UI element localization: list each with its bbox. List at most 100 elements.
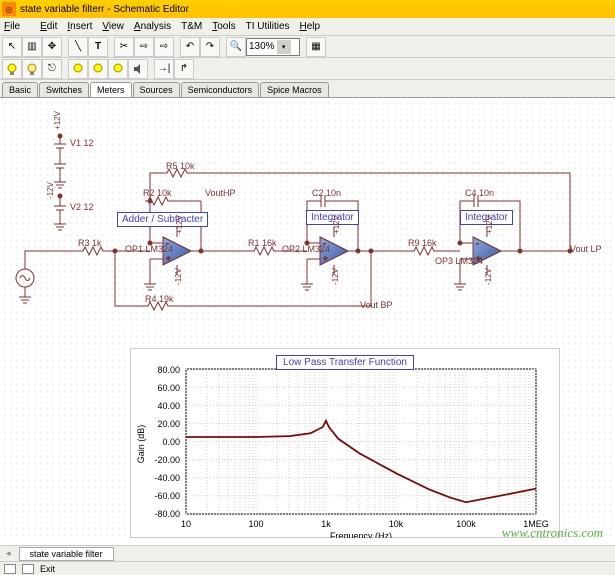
svg-text:0.00: 0.00 [162, 437, 180, 447]
component-tabbar: Basic Switches Meters Sources Semiconduc… [0, 80, 615, 98]
menu-file[interactable]: File [4, 21, 30, 32]
tab-spice-macros[interactable]: Spice Macros [260, 82, 329, 97]
tab-sources[interactable]: Sources [133, 82, 180, 97]
rail-op3-p: +12V [485, 215, 494, 234]
redo-icon[interactable]: ↷ [200, 37, 220, 57]
lamp1-icon[interactable] [2, 59, 22, 79]
menu-view[interactable]: View [102, 21, 124, 32]
lamp2-icon[interactable] [22, 59, 42, 79]
label-r5: R5 10k [166, 161, 195, 171]
text-tool-icon[interactable]: T [88, 37, 108, 57]
zoom-combo[interactable]: 130% ▾ [246, 38, 300, 56]
toolbar-main: ↖ ▥ ✥ ╲ T ✂ ⇨ ⇨ ↶ ↷ 🔍 130% ▾ ▦ [0, 36, 615, 58]
probe-right-icon[interactable]: →| [154, 59, 174, 79]
status-exit: Exit [40, 564, 55, 574]
svg-text:-80.00: -80.00 [154, 509, 180, 519]
label-v1: V1 12 [70, 138, 94, 148]
svg-text:-20.00: -20.00 [154, 455, 180, 465]
lamp5-icon[interactable] [108, 59, 128, 79]
svg-text:-40.00: -40.00 [154, 473, 180, 483]
label-op1: OP1 LM324 [125, 244, 173, 254]
svg-text:20.00: 20.00 [157, 419, 180, 429]
probe-up-icon[interactable]: ↱ [174, 59, 194, 79]
component-tool-icon[interactable]: ▥ [22, 37, 42, 57]
net-vouthp: VoutHP [205, 188, 236, 198]
tab-semiconductors[interactable]: Semiconductors [181, 82, 260, 97]
net-voutbp: Vout BP [360, 300, 393, 310]
box-adder: Adder / Subtracter [117, 212, 208, 227]
label-c2: C2 10n [312, 188, 341, 198]
app-icon: ◎ [2, 2, 16, 16]
rail-op2-m: -12V [331, 268, 340, 285]
svg-text:10k: 10k [389, 519, 404, 529]
label-r1: R1 16k [248, 238, 277, 248]
toolbar-components: ⎋ →| ↱ [0, 58, 615, 80]
chart-title: Low Pass Transfer Function [276, 355, 414, 370]
tab-basic[interactable]: Basic [2, 82, 38, 97]
label-v2: V2 12 [70, 202, 94, 212]
switch1-icon[interactable]: ⎋ [42, 59, 62, 79]
label-c4: C4 10n [465, 188, 494, 198]
svg-text:40.00: 40.00 [157, 401, 180, 411]
y-axis-label: Gain (dB) [136, 425, 146, 464]
statusbar: Exit [0, 561, 615, 575]
tab-switches[interactable]: Switches [39, 82, 89, 97]
rail-op1-p: +12V [175, 215, 184, 234]
undo-icon[interactable]: ↶ [180, 37, 200, 57]
chart-svg: 80.00 60.00 40.00 20.00 0.00 -20.00 -40.… [131, 349, 561, 538]
svg-text:100: 100 [248, 519, 263, 529]
titlebar: ◎ state variable filterr - Schematic Edi… [0, 0, 615, 18]
menu-edit[interactable]: Edit [40, 21, 57, 32]
rail-m12v-1: -12V [46, 182, 55, 199]
window-title: state variable filterr - Schematic Edito… [20, 4, 189, 15]
tab-meters[interactable]: Meters [90, 82, 132, 97]
cut-icon[interactable]: ✂ [114, 37, 134, 57]
label-r3: R3 1k [78, 238, 102, 248]
net-voutlp: Vout LP [570, 244, 602, 254]
menu-tm[interactable]: T&M [181, 21, 202, 32]
menu-insert[interactable]: Insert [67, 21, 92, 32]
copy-arrow2-icon[interactable]: ⇨ [154, 37, 174, 57]
zoom-icon[interactable]: 🔍 [226, 37, 246, 57]
svg-text:100k: 100k [456, 519, 476, 529]
label-r4: R4 19k [145, 294, 174, 304]
label-op3: OP3 LM324 [435, 256, 483, 266]
x-axis-label: Frequency (Hz) [330, 531, 392, 538]
speaker-icon[interactable] [128, 59, 148, 79]
svg-text:60.00: 60.00 [157, 383, 180, 393]
pointer-tool-icon[interactable]: ↖ [2, 37, 22, 57]
label-op2: OP2 LM324 [282, 244, 330, 254]
rail-op3-m: -12V [484, 268, 493, 285]
lamp3-icon[interactable] [68, 59, 88, 79]
label-r2: R2 10k [143, 188, 172, 198]
menu-tiutils[interactable]: TI Utilities [246, 21, 290, 32]
copy-arrow-icon[interactable]: ⇨ [134, 37, 154, 57]
pan-tool-icon[interactable]: ✥ [42, 37, 62, 57]
menu-analysis[interactable]: Analysis [134, 21, 171, 32]
rail-op2-p: +12V [332, 215, 341, 234]
rail-p12v-1: +12V [53, 111, 62, 130]
zoom-value: 130% [249, 41, 275, 52]
status-icon-1[interactable] [4, 564, 16, 574]
schematic-canvas[interactable]: - + [0, 98, 615, 538]
svg-text:-60.00: -60.00 [154, 491, 180, 501]
watermark: www.cntronics.com [502, 525, 603, 541]
chart-panel: Low Pass Transfer Function [130, 348, 560, 538]
label-r9: R9 16k [408, 238, 437, 248]
chevron-down-icon[interactable]: ▾ [277, 40, 291, 54]
menubar: File Edit Insert View Analysis T&M Tools… [0, 18, 615, 36]
doc-tab[interactable]: state variable filter [19, 547, 114, 561]
lamp4-icon[interactable] [88, 59, 108, 79]
schematic-drawing: - + [0, 98, 615, 358]
grid-icon[interactable]: ▦ [306, 37, 326, 57]
wire-tool-icon[interactable]: ╲ [68, 37, 88, 57]
svg-text:80.00: 80.00 [157, 365, 180, 375]
menu-tools[interactable]: Tools [212, 21, 235, 32]
document-tabs: ◂ state variable filter [0, 545, 615, 561]
svg-text:1k: 1k [321, 519, 331, 529]
status-icon-2[interactable] [22, 564, 34, 574]
rail-op1-m: -12V [174, 268, 183, 285]
svg-text:10: 10 [181, 519, 191, 529]
tab-nav-left-icon[interactable]: ◂ [6, 548, 11, 559]
menu-help[interactable]: Help [300, 21, 321, 32]
